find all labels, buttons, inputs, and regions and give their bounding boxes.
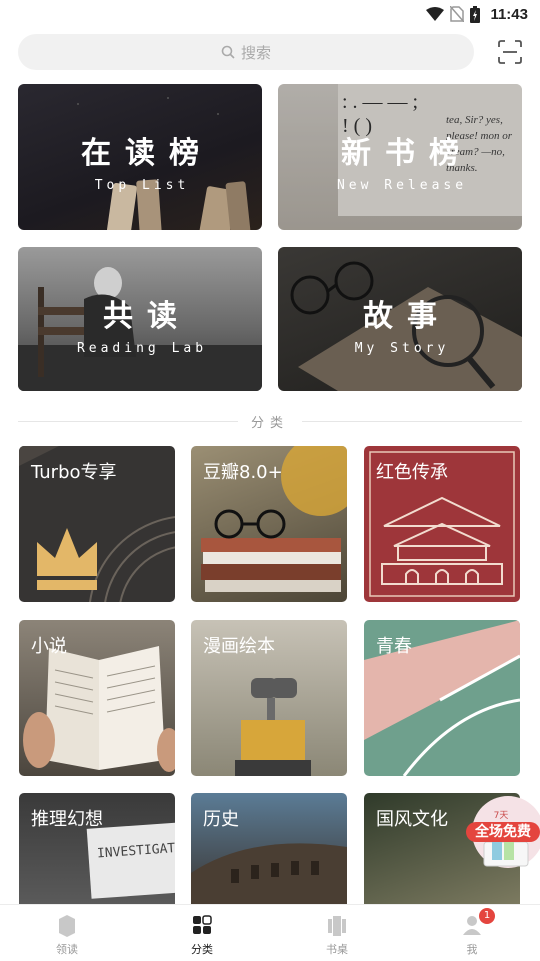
tab-me[interactable]: 1 我 — [427, 905, 517, 961]
featured-title: 共读 — [103, 299, 191, 334]
category-label: Turbo专享 — [31, 462, 117, 483]
wifi-icon — [426, 7, 445, 21]
tab-lead-read[interactable]: 领读 — [22, 905, 112, 961]
notification-badge: 1 — [479, 908, 495, 924]
category-mystery-fantasy[interactable]: INVESTIGATION 推理幻想 — [19, 793, 175, 904]
bottom-tab-bar: 领读 分类 书桌 1 我 — [0, 904, 540, 961]
category-label: 豆瓣8.0+ — [203, 462, 283, 483]
search-bar[interactable]: 搜索 — [18, 34, 474, 70]
category-label: 国风文化 — [376, 809, 448, 830]
scan-icon[interactable] — [497, 39, 523, 65]
featured-subtitle: Top List — [94, 178, 190, 193]
featured-subtitle: Reading Lab — [76, 341, 208, 356]
featured-subtitle: My Story — [354, 341, 450, 356]
category-label: 漫画绘本 — [203, 636, 275, 657]
free-promo-badge[interactable]: 7天 全场免费 — [462, 792, 540, 872]
promo-label: 全场免费 — [466, 822, 540, 842]
category-label: 青春 — [376, 636, 412, 657]
category-red-heritage[interactable]: 红色传承 — [364, 446, 520, 602]
category-novel[interactable]: 小说 — [19, 620, 175, 776]
category-douban-8[interactable]: 豆瓣8.0+ — [191, 446, 347, 602]
featured-my-story[interactable]: 故事 My Story — [278, 247, 522, 391]
promo-days: 7天 — [493, 811, 509, 821]
status-bar: 11:43 — [0, 0, 540, 28]
category-turbo[interactable]: Turbo专享 — [19, 446, 175, 602]
featured-reading-lab[interactable]: 共读 Reading Lab — [18, 247, 262, 391]
category-icon — [193, 915, 212, 934]
section-divider: 分类 — [18, 410, 522, 432]
featured-top-list[interactable]: 在读榜 Top List — [18, 84, 262, 230]
tab-desk[interactable]: 书桌 — [292, 905, 382, 961]
category-history[interactable]: 历史 — [191, 793, 347, 904]
tab-label: 我 — [466, 943, 478, 956]
tab-label: 领读 — [56, 943, 78, 956]
tab-label: 书桌 — [326, 943, 348, 956]
featured-new-release[interactable]: : . — — ; ! ( ) tea, Sir? yes, please! m… — [278, 84, 522, 230]
category-comics[interactable]: 漫画绘本 — [191, 620, 347, 776]
book-icon — [59, 915, 75, 937]
tab-label: 分类 — [191, 943, 213, 956]
featured-title: 在读榜 — [81, 136, 213, 171]
category-label: 推理幻想 — [31, 809, 103, 830]
battery-icon — [470, 5, 481, 23]
search-placeholder: 搜索 — [240, 43, 271, 62]
clock: 11:43 — [490, 5, 528, 23]
featured-subtitle: New Release — [336, 178, 468, 193]
search-icon — [221, 45, 235, 59]
category-youth[interactable]: 青春 — [364, 620, 520, 776]
featured-title: 故事 — [363, 299, 451, 334]
section-title: 分类 — [250, 416, 289, 431]
category-label: 红色传承 — [376, 462, 448, 483]
category-label: 小说 — [31, 636, 67, 657]
featured-title: 新书榜 — [341, 136, 473, 171]
no-sim-icon — [450, 6, 465, 22]
desk-icon — [328, 916, 346, 936]
category-label: 历史 — [203, 809, 239, 830]
tab-category[interactable]: 分类 — [157, 905, 247, 961]
